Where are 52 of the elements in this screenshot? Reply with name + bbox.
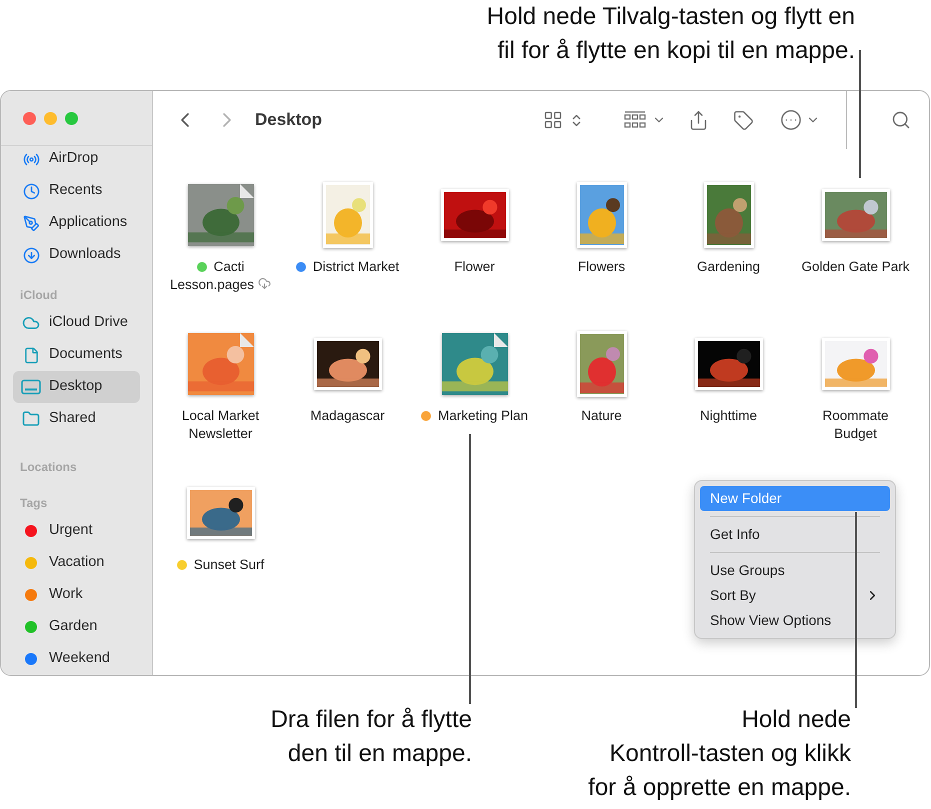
file-name[interactable]: Nighttime — [700, 407, 758, 425]
file-name[interactable]: Golden Gate Park — [801, 258, 910, 276]
callout-text: Dra filen for å flytte den til en mappe. — [270, 705, 472, 769]
section-heading: Tags — [20, 495, 48, 512]
file-name[interactable]: Cacti Lesson.pages — [166, 258, 276, 294]
display-icon — [21, 379, 41, 395]
file-name[interactable]: Sunset Surf — [176, 556, 264, 574]
callout-text: Hold nede Tilvalg-tasten og flytt en fil for å flytte en kopi til en mappe. — [486, 2, 855, 66]
group-button[interactable] — [624, 111, 666, 129]
download-icon — [22, 246, 40, 264]
sidebar-item[interactable]: Desktop — [13, 371, 140, 403]
sidebar-item[interactable]: Garden — [13, 611, 140, 643]
sidebar-item[interactable]: Vacation — [13, 547, 140, 579]
share-button[interactable] — [688, 110, 709, 130]
ellipsis-icon — [780, 109, 802, 131]
file-name[interactable]: Roommate Budget — [800, 407, 910, 443]
window-title: Desktop — [255, 109, 322, 132]
file-name[interactable]: Local Market Newsletter — [166, 407, 276, 443]
file-name[interactable]: Flower — [454, 258, 495, 276]
sidebar-item[interactable]: AirDrop — [13, 143, 140, 175]
callout-text: Hold nede Kontroll-tasten og klikk for å opprette en mappe. — [588, 705, 851, 803]
menu-item[interactable]: Get Info — [700, 522, 890, 547]
tag-button[interactable] — [733, 110, 754, 130]
cloud-icon — [22, 314, 40, 332]
file-name[interactable]: Gardening — [696, 258, 760, 276]
grid-icon — [543, 110, 563, 130]
sidebar-item[interactable]: Urgent — [13, 515, 140, 547]
clock-icon — [22, 182, 40, 200]
sidebar-item[interactable]: Applications — [13, 207, 140, 239]
more-button[interactable] — [780, 109, 820, 131]
file-name[interactable]: Madagascar — [310, 407, 385, 425]
file-name[interactable]: Flowers — [578, 258, 626, 276]
file-name[interactable]: District Market — [296, 258, 400, 276]
section-heading: iCloud — [20, 287, 58, 304]
menu-item[interactable]: Show View Options — [700, 608, 890, 633]
document-icon — [22, 346, 40, 364]
sidebar-item[interactable]: Recents — [13, 175, 140, 207]
sidebar-item[interactable]: iCloud Drive — [13, 307, 140, 339]
file-name[interactable]: Marketing Plan — [420, 407, 528, 425]
group-icon — [624, 111, 646, 129]
sidebar-item[interactable]: Shared — [13, 403, 140, 435]
sidebar-item[interactable]: Weekend — [13, 643, 140, 675]
pen-icon — [22, 214, 40, 232]
folder-icon — [22, 410, 40, 428]
sidebar-item[interactable]: Documents — [13, 339, 140, 371]
file-name[interactable]: Nature — [581, 407, 622, 425]
section-heading: Locations — [20, 459, 77, 476]
menu-item[interactable]: Use Groups — [700, 558, 890, 583]
sidebar-item[interactable]: Work — [13, 579, 140, 611]
sidebar-item[interactable]: Downloads — [13, 239, 140, 271]
menu-item[interactable]: Sort By — [700, 583, 890, 608]
search-button[interactable] — [891, 110, 911, 130]
